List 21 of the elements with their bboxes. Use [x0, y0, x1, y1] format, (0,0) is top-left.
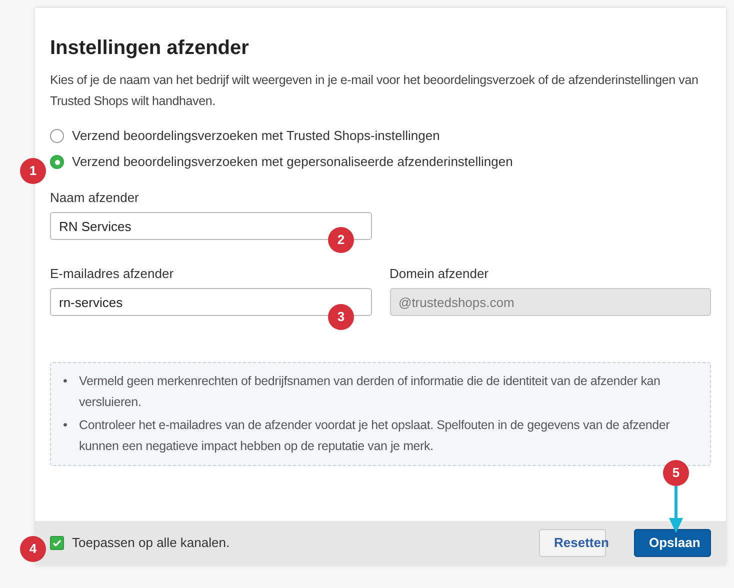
info-note: Vermeld geen merkenrechten of bedrijfsnamen van derden of informatie die de identiteit van de afzender kan versluieren.	[79, 373, 662, 411]
field-label: Naam afzender	[50, 190, 140, 206]
field-label: Domein afzender	[390, 266, 490, 282]
info-note: Controleer het e-mailadres van de afzender voordat je het opslaat. Spelfouten in de gegevens van de afzender kunnen een negatieve impact hebben op de reputatie van je merk.	[79, 417, 671, 455]
field-label: E-mailadres afzender	[50, 266, 175, 282]
checkmark-icon	[52, 538, 62, 548]
radio-button[interactable]	[50, 129, 64, 143]
radio-option[interactable]: Verzend beoordelingsverzoeken met Trusted Shops-instellingen	[50, 126, 440, 146]
reset-button[interactable]: Resetten	[539, 529, 606, 557]
intro-text: Kies of je de naam van het bedrijf wilt weergeven in je e-mail voor het beoordelingsverzoek of de afzenderinstellingen van Trusted Shops wilt handhaven.	[50, 72, 700, 110]
callout-badge: 4	[20, 536, 46, 562]
pointer-arrow	[668, 486, 684, 534]
radio-button[interactable]	[50, 155, 64, 169]
section-title: Instellingen afzender	[50, 36, 250, 60]
save-button[interactable]: Opslaan	[634, 529, 711, 557]
radio-option[interactable]: Verzend beoordelingsverzoeken met gepersonaliseerde afzenderinstellingen	[50, 152, 513, 172]
bullet: •	[63, 373, 68, 390]
apply-all-checkbox[interactable]: Toepassen op alle kanalen.	[50, 533, 230, 553]
bullet: •	[63, 417, 68, 434]
callout-badge: 1	[20, 158, 46, 184]
checkbox[interactable]	[50, 536, 64, 550]
